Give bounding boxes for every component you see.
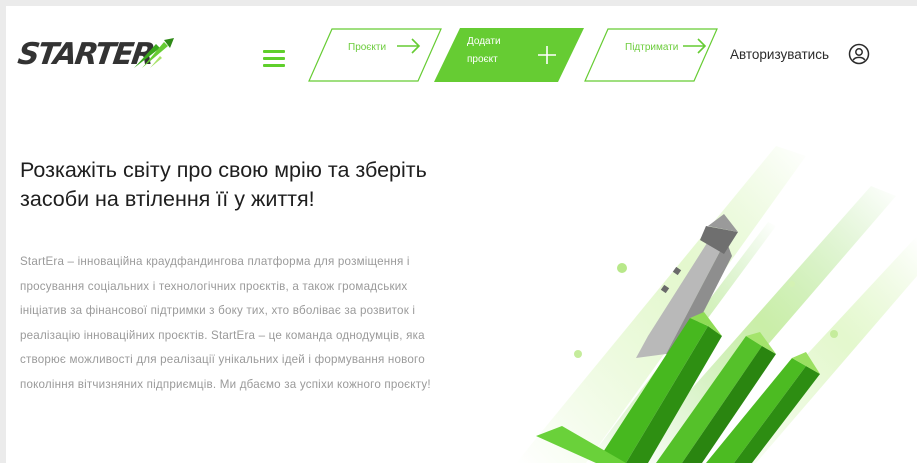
nav-projects-button[interactable]: Проєкти <box>308 28 442 82</box>
user-circle-icon[interactable] <box>848 43 870 65</box>
add-project-label: Додати проєкт <box>467 36 501 65</box>
login-link[interactable]: Авторизуватись <box>730 46 829 64</box>
menu-button[interactable] <box>263 50 285 68</box>
arrow-right-icon <box>397 38 421 54</box>
rocket-logo-icon <box>134 38 174 68</box>
arrow-right-icon <box>683 38 707 54</box>
hamburger-icon <box>263 50 285 67</box>
starter-logo[interactable]: STARTER <box>16 36 178 76</box>
add-project-button[interactable]: Додати проєкт <box>434 28 584 82</box>
plus-icon <box>538 46 556 64</box>
startup-growth-illustration <box>516 146 917 463</box>
nav-projects-label: Проєкти <box>348 42 387 53</box>
nav-support-label: Підтримати <box>625 42 679 53</box>
page: STARTER Проєкти Додати проєкт Підтримати… <box>6 6 917 463</box>
hero-title: Розкажіть світу про свою мрію та зберіть… <box>20 158 427 211</box>
hero-description: StartEra – інноваційна краудфандингова п… <box>20 255 431 391</box>
nav-support-button[interactable]: Підтримати <box>584 28 718 82</box>
